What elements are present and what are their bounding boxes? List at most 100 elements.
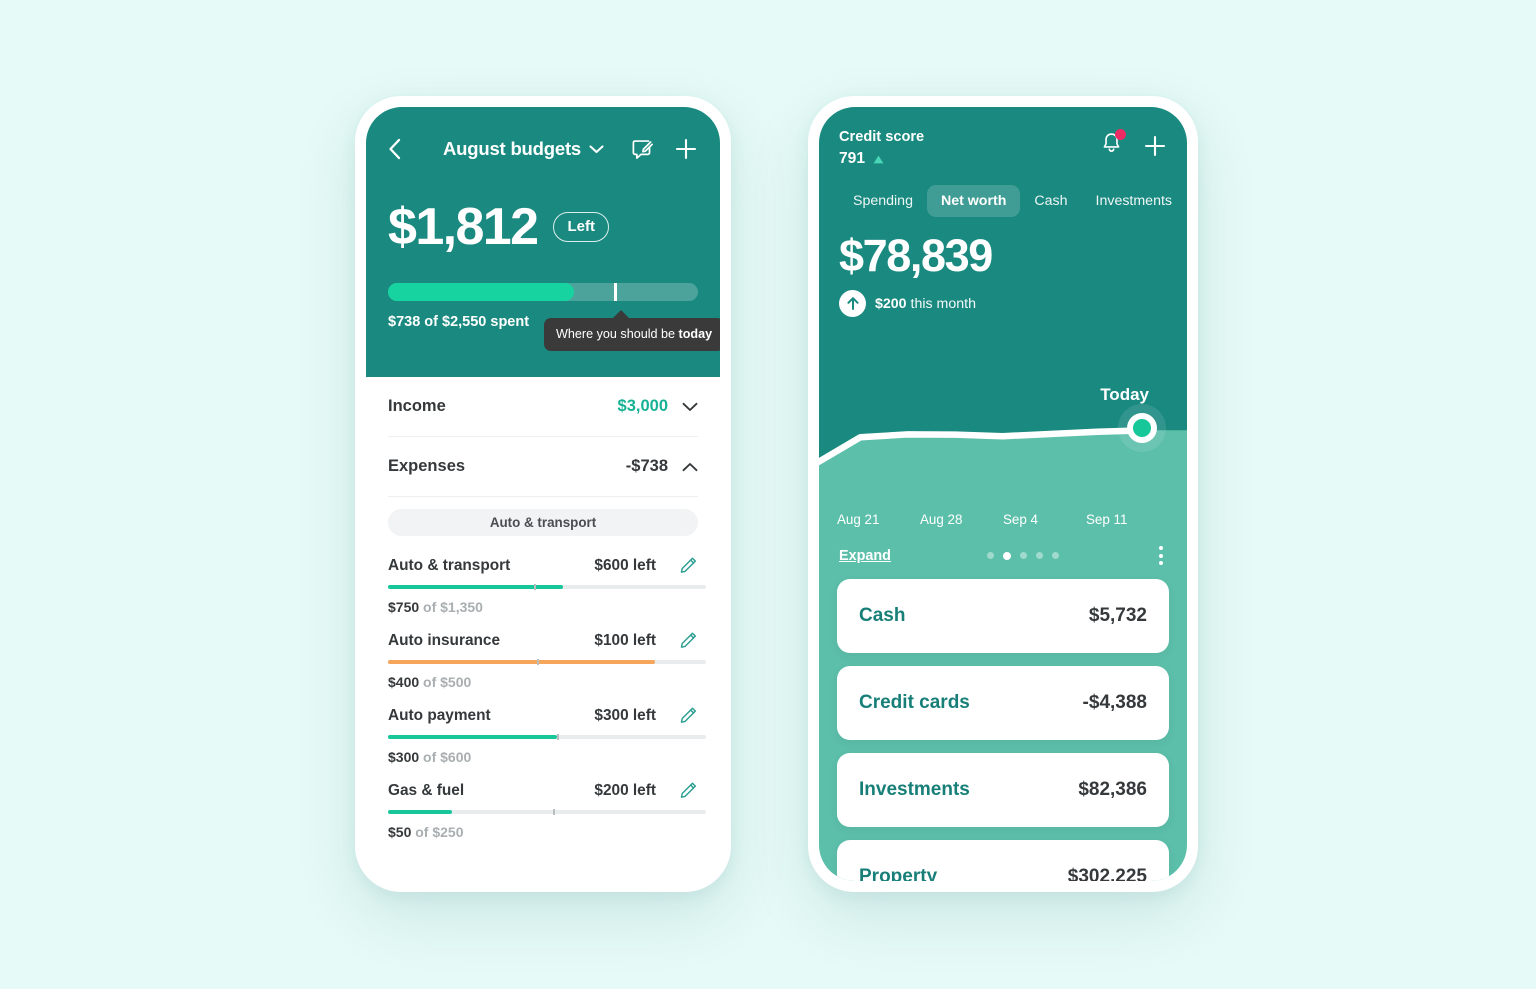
expenses-row[interactable]: Expenses -$738 [388,437,698,497]
carousel-dots[interactable] [891,551,1155,560]
budget-today-marker [614,283,617,301]
chart-footer: Expand [819,542,1187,569]
budget-list: Auto & transport $600 left $750 of $1,350 A… [388,540,706,840]
carousel-dot[interactable] [1051,552,1059,559]
budget-item-progress-fill [388,810,452,814]
chevron-down-icon [589,144,604,153]
account-card[interactable]: Property $302,225 [837,840,1169,881]
networth-delta-text: $200 this month [875,296,976,312]
account-value: $5,732 [1088,605,1147,626]
networth-tabs: Spending Net worth Cash Investments [839,185,1172,217]
budget-left-badge: Left [553,212,609,242]
x-axis-tick: Aug 28 [920,512,963,527]
income-row[interactable]: Income $3,000 [388,377,698,437]
add-account-button[interactable] [1143,134,1167,158]
budget-item-header: Auto insurance $100 left [388,631,698,650]
edit-budget-item-button[interactable] [656,706,698,725]
budget-item-header: Auto payment $300 left [388,706,698,725]
credit-score-block[interactable]: Credit score 791 [839,129,1100,168]
budget-item-remaining: $100 left [594,631,656,649]
carousel-dot[interactable] [1002,551,1011,560]
tab-spending[interactable]: Spending [839,185,927,217]
account-card[interactable]: Cash $5,732 [837,579,1169,653]
budget-tooltip: Where you should be today [544,310,720,351]
chart-options-button[interactable] [1155,542,1167,569]
budget-item-tick [556,734,559,740]
networth-chart[interactable]: Today Aug 21 Aug 28 Sep 4 Sep 11 Expand [819,379,1187,579]
budget-item-remaining: $200 left [594,781,656,799]
budget-item-progress-bar [388,809,706,815]
budget-item[interactable]: Auto payment $300 left $300 of $600 [388,690,706,765]
tab-cash[interactable]: Cash [1020,185,1081,217]
phone-screen-budgets: August budgets $1,812 Left $738 of $2,55… [366,107,720,881]
budget-item[interactable]: Gas & fuel $200 left $50 of $250 [388,765,706,840]
kebab-dot [1159,561,1163,565]
edit-message-icon [632,139,653,159]
expenses-label: Expenses [388,457,466,475]
budget-item-spent: $300 of $600 [388,749,698,765]
account-card[interactable]: Credit cards -$4,388 [837,666,1169,740]
networth-delta-row: $200 this month [839,290,1167,317]
x-axis-tick: Sep 4 [1003,512,1038,527]
notifications-button[interactable] [1100,129,1126,160]
tooltip-text: Where you should be [556,327,679,341]
account-card[interactable]: Investments $82,386 [837,753,1169,827]
income-label: Income [388,397,446,415]
budget-summary-amount-row: $1,812 Left [388,201,698,253]
account-value: $302,225 [1067,866,1147,881]
account-name: Credit cards [859,692,970,713]
budget-item-spent-amount: $400 [388,674,420,690]
x-axis-tick: Aug 21 [837,512,880,527]
tooltip-text-bold: today [678,327,713,341]
credit-score-number: 791 [839,150,866,167]
carousel-dot[interactable] [1035,552,1043,559]
budget-item[interactable]: Auto insurance $100 left $400 of $500 [388,615,706,690]
kebab-dot [1159,553,1163,558]
budget-item-name: Auto payment [388,706,491,724]
triangle-up-icon [873,155,884,163]
budget-item-tick [534,584,537,590]
budget-item[interactable]: Auto & transport $600 left $750 of $1,350 [388,540,706,615]
budgets-title-dropdown[interactable]: August budgets [416,138,631,160]
edit-budget-item-button[interactable] [656,631,698,650]
screenshot-canvas: August budgets $1,812 Left $738 of $2,55… [0,0,1536,989]
back-button[interactable] [388,138,416,160]
budget-progress-bar[interactable] [388,283,698,301]
edit-budget-item-button[interactable] [656,556,698,575]
budget-item-progress-fill [388,585,563,589]
tab-investments[interactable]: Investments [1082,185,1187,217]
x-axis-tick: Sep 11 [1086,512,1128,527]
edit-budget-item-button[interactable] [656,781,698,800]
chevron-down-icon [682,402,698,411]
expenses-collapse-button[interactable] [682,462,698,472]
arrow-up-icon [846,297,859,310]
expenses-value: -$738 [625,457,668,475]
carousel-dot[interactable] [986,552,994,559]
budget-item-progress-bar [388,734,706,740]
today-data-point[interactable] [1127,413,1157,443]
today-dot-inner [1133,419,1151,437]
chevron-left-icon [389,138,401,160]
delta-icon-circle [839,290,866,317]
edit-budget-button[interactable] [631,138,654,161]
tab-net-worth[interactable]: Net worth [926,185,1021,217]
carousel-dot[interactable] [1019,552,1027,559]
phone-screen-networth: Credit score 791 Spending Net worth Cash… [819,107,1187,881]
budget-item-total: of $1,350 [419,599,483,615]
budget-item-spent-amount: $50 [388,824,412,840]
accounts-list: Cash $5,732 Credit cards -$4,388 Investments… [819,579,1187,881]
budget-item-remaining: $300 left [594,706,656,724]
account-name: Investments [859,779,970,800]
budget-item-total: of $250 [411,824,464,840]
budget-item-header: Gas & fuel $200 left [388,781,698,800]
category-chip[interactable]: Auto & transport [388,509,698,536]
networth-header-row: Credit score 791 [839,129,1167,168]
budget-progress-fill [388,283,574,301]
add-budget-button[interactable] [674,137,698,161]
income-expand-button[interactable] [682,402,698,412]
budget-item-spent: $50 of $250 [388,824,698,840]
budgets-header: August budgets $1,812 Left $738 of $2,55… [366,107,720,377]
account-name: Cash [859,605,906,626]
pencil-icon [680,632,697,648]
expand-button[interactable]: Expand [839,548,891,564]
